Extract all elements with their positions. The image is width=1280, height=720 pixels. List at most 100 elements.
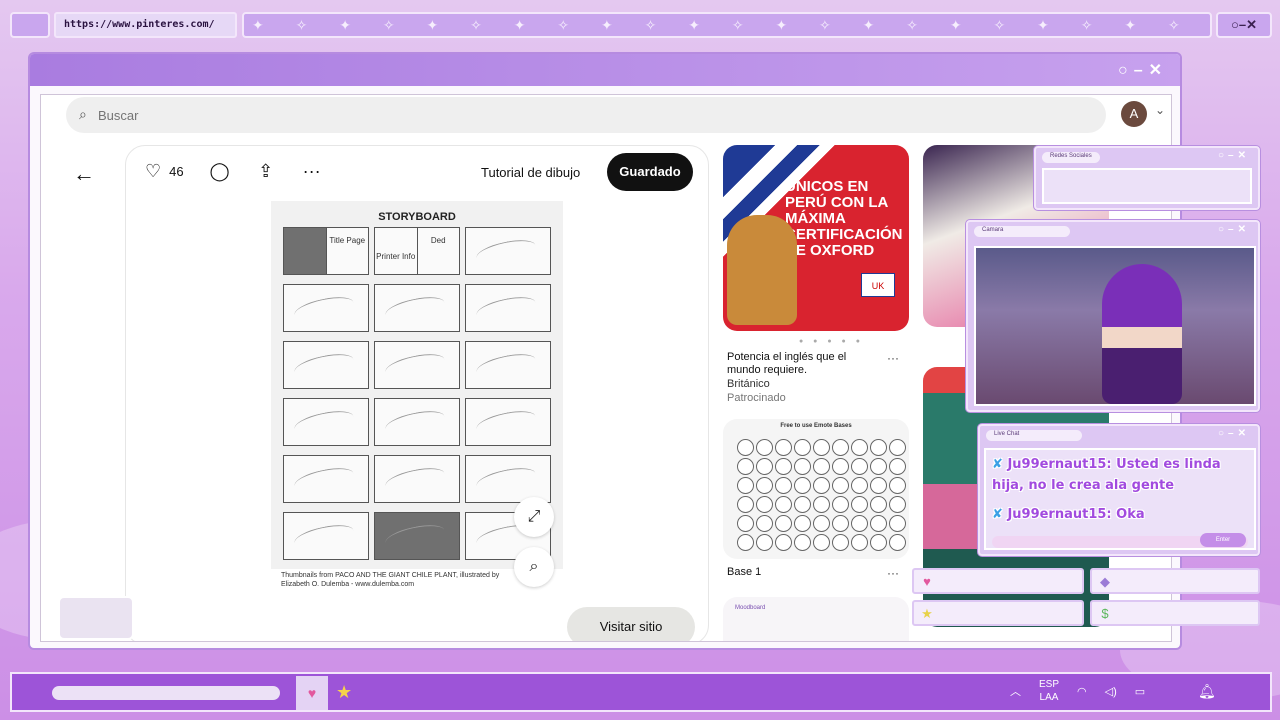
more-options-icon[interactable]: ···: [887, 566, 899, 580]
more-options-icon[interactable]: ···: [298, 161, 326, 182]
chat-message: ✘ Ju99ernaut15: Usted es linda hija, no …: [992, 454, 1248, 496]
pin-action-bar: ♡ 46 ◯ ⇪ ···: [145, 161, 336, 182]
star-slot[interactable]: ★: [912, 600, 1084, 626]
chat-username: Ju99ernaut15:: [1007, 507, 1112, 522]
storyboard-panel: [465, 455, 551, 503]
chat-username: Ju99ernaut15:: [1007, 457, 1112, 472]
storyboard-panel: [465, 227, 551, 275]
back-arrow-icon[interactable]: ←: [73, 161, 95, 187]
gem-slot[interactable]: ◆: [1090, 568, 1260, 594]
dollar-icon: $: [1101, 606, 1109, 621]
storyboard-panel: [283, 512, 369, 560]
lion-mascot: [727, 215, 797, 325]
share-icon[interactable]: ⇪: [252, 161, 280, 182]
checkmark-icon: ✘: [992, 507, 1003, 522]
storyboard-panel-label: Ded: [430, 236, 446, 245]
storyboard-caption: Thumbnails from PACO AND THE GIANT CHILE…: [281, 572, 500, 588]
moodboard-pin-image[interactable]: Moodboard: [723, 597, 909, 641]
heart-icon: ♥: [923, 574, 931, 589]
live-chat-title: Live Chat: [986, 430, 1082, 441]
camera-widget: Camara ○–✕: [966, 220, 1260, 412]
storyboard-panel: [465, 284, 551, 332]
search-input[interactable]: [98, 97, 998, 133]
ad-pin-image[interactable]: Únicos en Perú con la máxima certificaci…: [723, 145, 909, 331]
storyboard-panel: [374, 512, 460, 560]
main-window-controls[interactable]: ○–✕: [1118, 60, 1168, 80]
taskbar-search[interactable]: [52, 686, 280, 700]
gem-icon: ◆: [1100, 574, 1110, 589]
more-options-icon[interactable]: ···: [887, 351, 899, 365]
storyboard-panel: [465, 341, 551, 389]
keyboard-layout: LAA: [1039, 692, 1059, 703]
storyboard-panel: [283, 284, 369, 332]
avatar[interactable]: A: [1121, 101, 1147, 127]
vtuber-camera-feed: [974, 246, 1256, 406]
storyboard-panel: [465, 398, 551, 446]
checkmark-icon: ✘: [992, 457, 1003, 472]
storyboard-panel-label: Title Page: [329, 236, 366, 245]
storyboard-panel: [374, 398, 460, 446]
taskbar: ♥ ★ ︿ ESP LAA ◠ ◁) ▭ 🔔︎: [10, 672, 1272, 712]
search-icon: ⌕: [79, 106, 87, 122]
star-icon: ★: [921, 606, 933, 621]
ad-brand[interactable]: Británico: [727, 378, 770, 390]
storyboard-panel-half: [284, 228, 327, 274]
storyboard-panel: [283, 341, 369, 389]
chat-message: ✘ Ju99ernaut15: Oka: [992, 504, 1248, 525]
widget-controls[interactable]: ○–✕: [1218, 150, 1250, 161]
comment-icon[interactable]: ◯: [206, 161, 234, 182]
expand-icon[interactable]: ⤢: [514, 497, 554, 537]
pin-title[interactable]: Base 1: [727, 566, 761, 578]
storyboard-panel: Title Page: [283, 227, 369, 275]
widget-controls[interactable]: ○–✕: [1218, 224, 1250, 235]
search-bar[interactable]: ⌕: [66, 97, 1106, 133]
chevron-up-icon[interactable]: ︿: [1010, 683, 1021, 699]
emote-image-title: Free to use Emote Bases: [780, 423, 852, 429]
storyboard-title: STORYBOARD: [378, 211, 456, 223]
flag-icon: UK: [861, 273, 895, 297]
heart-slot[interactable]: ♥: [912, 568, 1084, 594]
main-window-titlebar[interactable]: ○–✕: [30, 54, 1180, 86]
carousel-dots[interactable]: ● ● ● ● ●: [799, 338, 864, 345]
money-slot[interactable]: $: [1090, 600, 1260, 626]
wifi-icon[interactable]: ◠: [1077, 685, 1087, 698]
widget-controls[interactable]: ○–✕: [1218, 428, 1250, 439]
browser-window-controls[interactable]: ○–✕: [1216, 12, 1272, 38]
social-widget: Redes Sociales ○–✕: [1034, 146, 1260, 210]
url-bar[interactable]: https://www.pinteres.com/: [54, 12, 237, 38]
heart-icon[interactable]: ♡: [145, 161, 161, 182]
battery-icon[interactable]: ▭: [1135, 685, 1145, 698]
language-code: ESP: [1039, 679, 1060, 690]
minimized-window-thumbnail[interactable]: [58, 596, 134, 640]
storyboard-panel: [283, 455, 369, 503]
ad-headline: Únicos en Perú con la máxima certificaci…: [785, 178, 903, 259]
like-count: 46: [169, 164, 184, 179]
storyboard-panel: [374, 284, 460, 332]
chat-enter-button[interactable]: Enter: [1200, 533, 1246, 547]
moodboard-label: Moodboard: [735, 605, 766, 611]
chevron-down-icon[interactable]: ⌄: [1155, 103, 1165, 117]
star-icon[interactable]: ★: [336, 682, 352, 703]
visual-search-icon[interactable]: ⌕: [514, 547, 554, 587]
ad-title[interactable]: Potencia el inglés que el mundo requiere…: [727, 351, 877, 377]
storyboard-grid: Title Page Printer Info Ded: [283, 227, 553, 560]
storyboard-panel-label: Printer Info: [375, 228, 418, 274]
browser-menu-segment[interactable]: [10, 12, 50, 38]
storyboard-panel: [374, 455, 460, 503]
notification-bell-icon[interactable]: 🔔︎: [1198, 683, 1216, 700]
social-widget-title: Redes Sociales: [1042, 152, 1100, 163]
visit-site-button[interactable]: Visitar sitio: [567, 607, 695, 641]
browser-top-bar: https://www.pinteres.com/ ✦ ✧ ✦ ✧ ✦ ✧ ✦ …: [10, 12, 1272, 38]
emote-pin-image[interactable]: Free to use Emote Bases: [723, 419, 909, 559]
social-widget-body: [1042, 168, 1252, 204]
camera-widget-title: Camara: [974, 226, 1070, 237]
volume-icon[interactable]: ◁): [1105, 685, 1117, 698]
saved-button[interactable]: Guardado: [607, 153, 693, 191]
live-chat-widget: Live Chat ○–✕ ✘ Ju99ernaut15: Usted es l…: [978, 424, 1260, 556]
system-tray: ︿ ESP LAA ◠ ◁) ▭: [1010, 678, 1145, 704]
heart-icon[interactable]: ♥: [296, 676, 328, 710]
chat-text: Oka: [1116, 507, 1145, 522]
emote-grid: [737, 439, 906, 551]
language-indicator[interactable]: ESP LAA: [1039, 678, 1059, 704]
board-selector[interactable]: Tutorial de dibujo: [481, 165, 580, 180]
